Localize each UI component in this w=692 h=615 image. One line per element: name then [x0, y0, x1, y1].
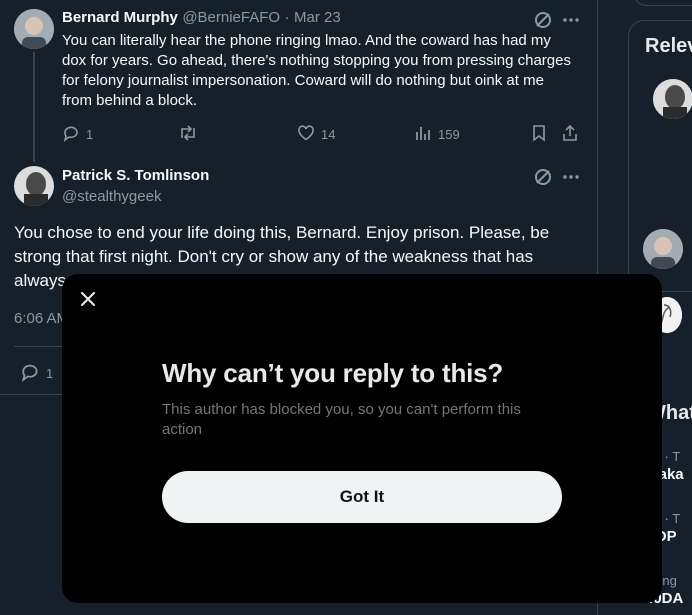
close-button[interactable]	[72, 285, 104, 317]
dialog-body: This author has blocked you, so you can'…	[162, 401, 521, 438]
close-icon	[79, 290, 97, 313]
dialog-title: Why can’t you reply to this?	[162, 358, 504, 388]
blocked-reply-dialog: Why can’t you reply to this? This author…	[62, 274, 662, 603]
got-it-button[interactable]: Got It	[162, 471, 562, 523]
